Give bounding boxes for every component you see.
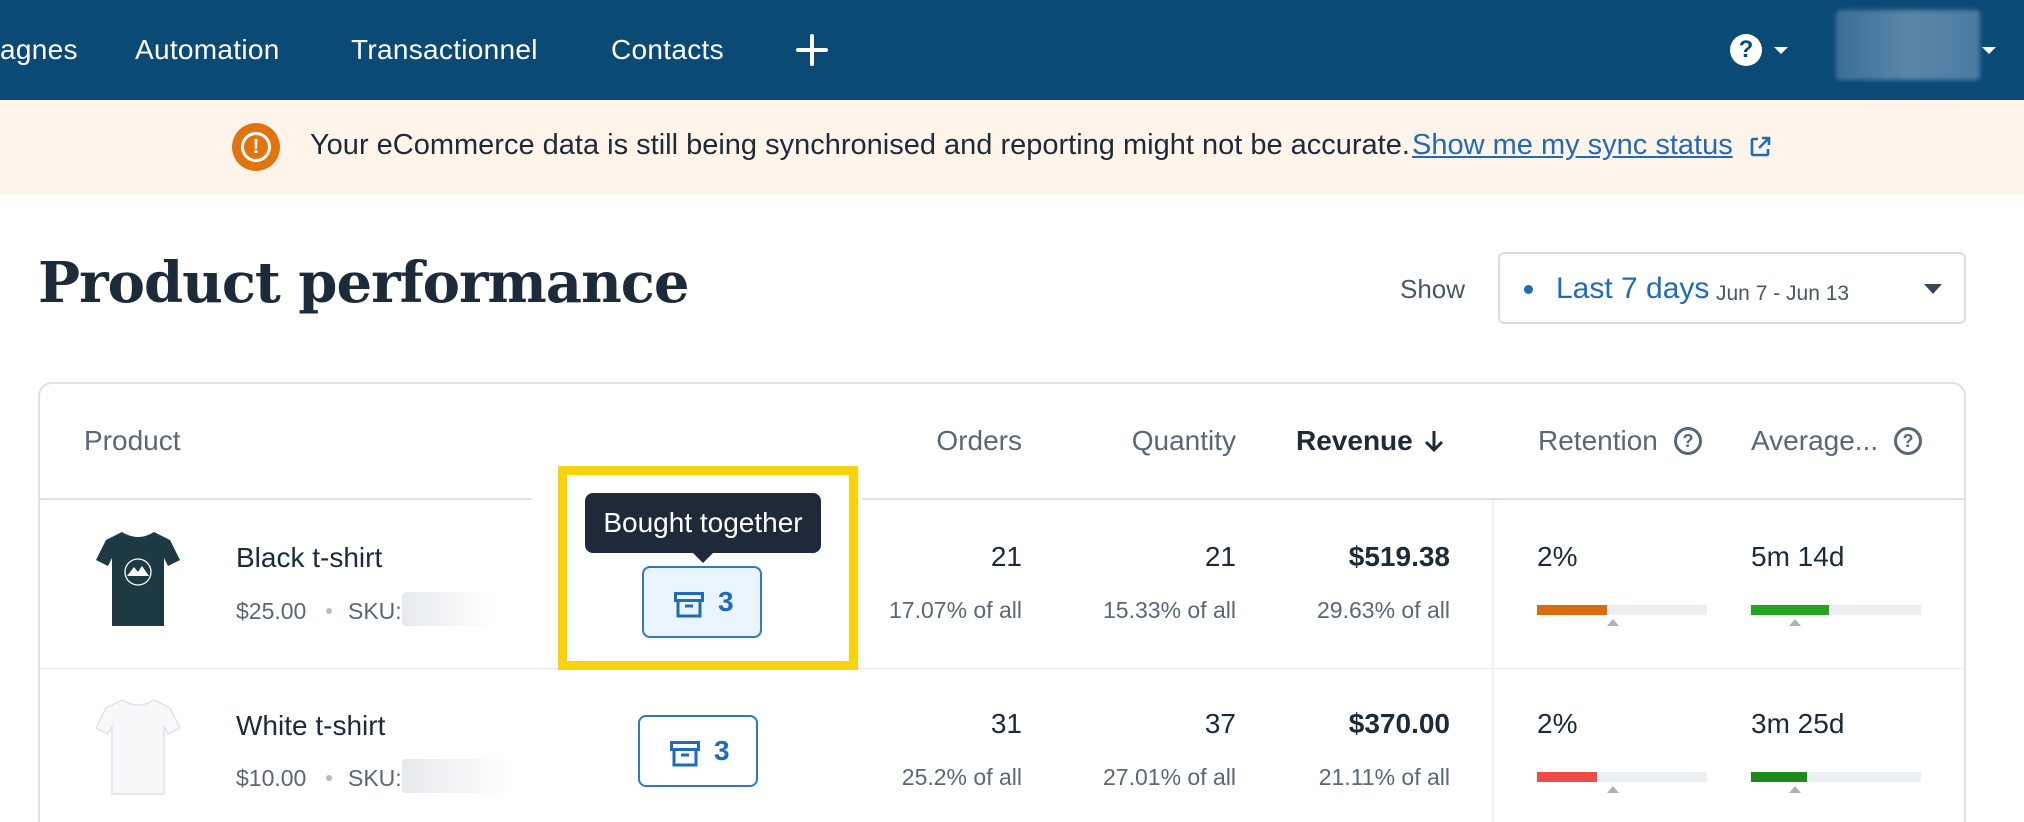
- nav-item-campagnes[interactable]: agnes: [0, 0, 78, 100]
- banner-message: Your eCommerce data is still being synch…: [310, 129, 1410, 161]
- orders-percent: 17.07% of all: [889, 597, 1022, 623]
- sku-value-redacted: [402, 592, 496, 626]
- retention-help-icon[interactable]: ?: [1674, 427, 1702, 455]
- product-name[interactable]: Black t-shirt: [236, 542, 382, 574]
- add-menu-plus-icon[interactable]: [792, 30, 832, 70]
- row-divider: [40, 668, 1964, 669]
- retention-bar-fill: [1537, 772, 1597, 782]
- separator-dot: [326, 775, 332, 781]
- retention-value: 2%: [1537, 541, 1578, 572]
- external-link-icon[interactable]: [1748, 135, 1772, 159]
- bought-together-button[interactable]: 3: [638, 715, 758, 787]
- date-range-dates: Jun 7 - Jun 13: [1716, 282, 1850, 305]
- benchmark-marker: [1789, 786, 1801, 793]
- quantity-percent: 27.01% of all: [1103, 764, 1236, 790]
- column-separator: [1492, 500, 1494, 822]
- sku-label: SKU:: [348, 765, 402, 791]
- separator-dot: [326, 608, 332, 614]
- date-range-select[interactable]: Last 7 days Jun 7 - Jun 13: [1498, 252, 1966, 324]
- nav-item-contacts[interactable]: Contacts: [611, 0, 724, 100]
- retention-bar: [1537, 605, 1707, 615]
- column-header-quantity[interactable]: Quantity: [1090, 425, 1236, 457]
- product-price: $25.00: [236, 598, 307, 624]
- retention-bar-fill: [1537, 605, 1607, 615]
- chevron-down-icon: [1924, 284, 1942, 294]
- help-icon: ?: [1730, 34, 1762, 66]
- quantity-value: 21: [1204, 541, 1236, 572]
- warning-icon: !: [232, 123, 280, 171]
- account-menu-avatar[interactable]: [1836, 10, 1980, 80]
- sort-descending-icon[interactable]: [1422, 428, 1446, 454]
- column-header-orders[interactable]: Orders: [890, 425, 1022, 457]
- revenue-value: $370.00: [1348, 708, 1450, 739]
- show-label: Show: [1400, 274, 1466, 304]
- quantity-percent: 15.33% of all: [1103, 597, 1236, 623]
- average-value: 5m 14d: [1751, 541, 1845, 572]
- product-price: $10.00: [236, 765, 307, 791]
- retention-value: 2%: [1537, 708, 1578, 739]
- bought-together-tooltip: Bought together: [585, 493, 821, 563]
- archive-box-icon: [670, 741, 700, 767]
- benchmark-marker: [1607, 619, 1619, 626]
- top-navigation: agnes Automation Transactionnel Contacts…: [0, 0, 2024, 100]
- sync-status-link[interactable]: Show me my sync status: [1412, 129, 1733, 162]
- retention-bar: [1537, 772, 1707, 782]
- average-bar-fill: [1751, 605, 1830, 615]
- date-range-value: Last 7 days: [1556, 272, 1710, 305]
- nav-item-automation[interactable]: Automation: [135, 0, 280, 100]
- white-tshirt-image: [96, 699, 180, 795]
- header-divider: [40, 498, 532, 500]
- average-bar: [1751, 605, 1921, 615]
- average-bar: [1751, 772, 1921, 782]
- orders-value: 21: [990, 541, 1022, 572]
- column-header-product[interactable]: Product: [84, 425, 181, 457]
- average-help-icon[interactable]: ?: [1894, 427, 1922, 455]
- orders-percent: 25.2% of all: [901, 764, 1022, 790]
- sku-label: SKU:: [348, 598, 402, 624]
- benchmark-marker: [1607, 786, 1619, 793]
- quantity-value: 37: [1204, 708, 1236, 739]
- revenue-value: $519.38: [1348, 541, 1450, 572]
- revenue-percent: 29.63% of all: [1317, 597, 1450, 623]
- date-dot-icon: [1524, 285, 1533, 294]
- help-menu-button[interactable]: ?: [1730, 34, 1792, 66]
- column-header-retention[interactable]: Retention: [1538, 425, 1658, 457]
- nav-item-transactionnel[interactable]: Transactionnel: [351, 0, 538, 100]
- column-header-revenue[interactable]: Revenue: [1296, 425, 1413, 457]
- benchmark-marker: [1789, 619, 1801, 626]
- average-bar-fill: [1751, 772, 1808, 782]
- chevron-down-icon: [1774, 47, 1788, 54]
- black-tshirt-image: [96, 532, 180, 626]
- account-chevron-down-icon[interactable]: [1982, 47, 1996, 54]
- column-header-average[interactable]: Average...: [1751, 425, 1878, 457]
- bought-together-count: 3: [714, 735, 730, 766]
- average-value: 3m 25d: [1751, 708, 1845, 739]
- sku-value-redacted: [402, 759, 516, 793]
- orders-value: 31: [990, 708, 1022, 739]
- revenue-percent: 21.11% of all: [1318, 764, 1450, 790]
- page-title: Product performance: [38, 250, 690, 316]
- header-divider: [862, 498, 1964, 500]
- product-name[interactable]: White t-shirt: [236, 710, 385, 742]
